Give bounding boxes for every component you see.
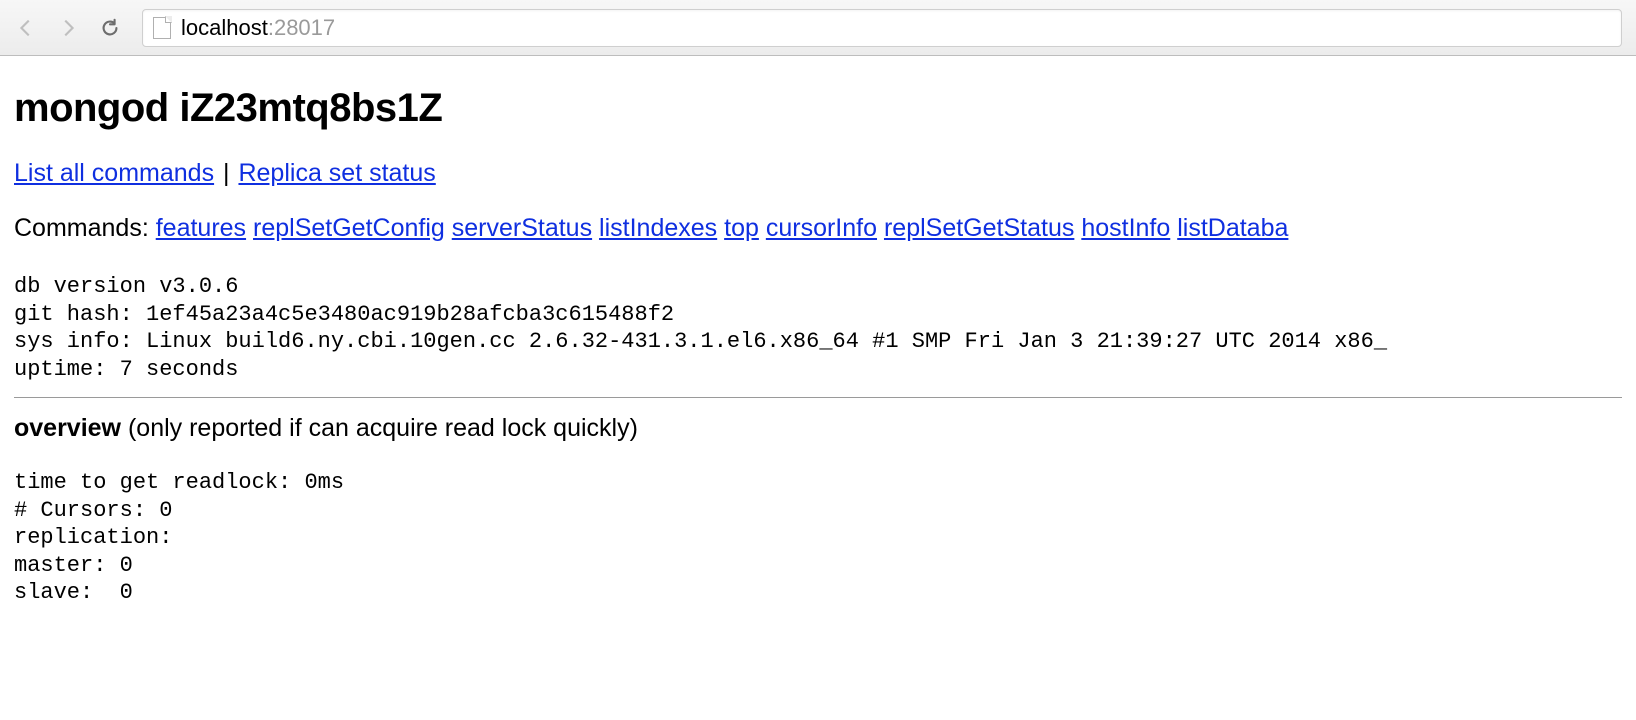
cmd-serverstatus-link[interactable]: serverStatus bbox=[452, 214, 592, 242]
divider bbox=[14, 397, 1622, 398]
sys-info-line: sys info: Linux build6.ny.cbi.10gen.cc 2… bbox=[14, 329, 1387, 354]
cmd-top-link[interactable]: top bbox=[724, 214, 759, 242]
uptime-line: uptime: 7 seconds bbox=[14, 357, 238, 382]
overview-block: time to get readlock: 0ms # Cursors: 0 r… bbox=[14, 469, 1622, 607]
cmd-replsetgetstatus-link[interactable]: replSetGetStatus bbox=[884, 214, 1074, 242]
overview-heading-bold: overview bbox=[14, 414, 121, 442]
url-port: :28017 bbox=[268, 15, 335, 40]
reload-button[interactable] bbox=[98, 16, 122, 40]
cmd-hostinfo-link[interactable]: hostInfo bbox=[1081, 214, 1170, 242]
reload-icon bbox=[99, 17, 121, 39]
url-text: localhost:28017 bbox=[181, 15, 335, 41]
page-content: mongod iZ23mtq8bs1Z List all commands | … bbox=[0, 56, 1636, 637]
page-title: mongod iZ23mtq8bs1Z bbox=[14, 86, 1622, 131]
cmd-listindexes-link[interactable]: listIndexes bbox=[599, 214, 717, 242]
list-all-commands-link[interactable]: List all commands bbox=[14, 159, 214, 187]
cmd-listdatabases-link[interactable]: listDataba bbox=[1177, 214, 1288, 242]
link-separator: | bbox=[216, 159, 236, 187]
readlock-line: time to get readlock: 0ms bbox=[14, 470, 344, 495]
forward-button[interactable] bbox=[56, 16, 80, 40]
cmd-cursorinfo-link[interactable]: cursorInfo bbox=[766, 214, 877, 242]
cursors-line: # Cursors: 0 bbox=[14, 498, 172, 523]
arrow-right-icon bbox=[57, 17, 79, 39]
overview-heading: overview (only reported if can acquire r… bbox=[14, 414, 1622, 443]
arrow-left-icon bbox=[15, 17, 37, 39]
replication-line: replication: bbox=[14, 525, 186, 550]
cmd-replsetgetconfig-link[interactable]: replSetGetConfig bbox=[253, 214, 445, 242]
cmd-features-link[interactable]: features bbox=[156, 214, 246, 242]
slave-line: slave: 0 bbox=[14, 580, 133, 605]
replica-set-status-link[interactable]: Replica set status bbox=[238, 159, 435, 187]
top-links: List all commands | Replica set status bbox=[14, 159, 1622, 188]
overview-heading-rest: (only reported if can acquire read lock … bbox=[121, 414, 638, 442]
server-info-block: db version v3.0.6 git hash: 1ef45a23a4c5… bbox=[14, 273, 1622, 383]
page-icon bbox=[153, 17, 171, 39]
commands-prefix: Commands: bbox=[14, 214, 156, 242]
commands-line: Commands: features replSetGetConfig serv… bbox=[14, 214, 1622, 243]
nav-buttons bbox=[14, 16, 122, 40]
db-version-line: db version v3.0.6 bbox=[14, 274, 238, 299]
master-line: master: 0 bbox=[14, 553, 133, 578]
back-button[interactable] bbox=[14, 16, 38, 40]
browser-toolbar: localhost:28017 bbox=[0, 0, 1636, 56]
url-host: localhost bbox=[181, 15, 268, 40]
git-hash-line: git hash: 1ef45a23a4c5e3480ac919b28afcba… bbox=[14, 302, 674, 327]
address-bar[interactable]: localhost:28017 bbox=[142, 9, 1622, 47]
